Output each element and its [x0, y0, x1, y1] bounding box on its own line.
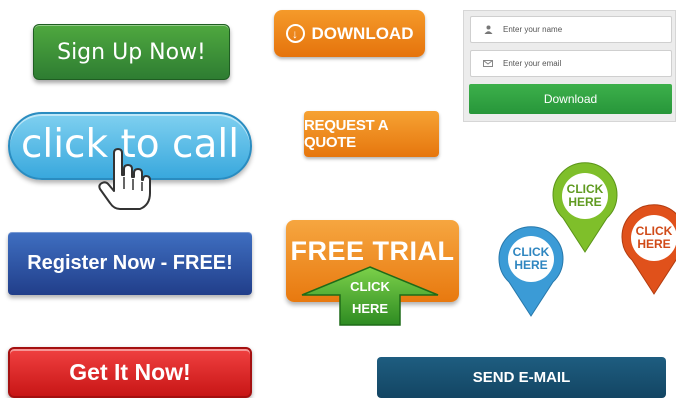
form-download-button[interactable]: Download [469, 84, 672, 114]
click-here-top-label: CLICK [350, 279, 390, 294]
click-here-bottom-label: HERE [351, 301, 389, 316]
download-button[interactable]: ↓ DOWNLOAD [274, 10, 425, 57]
download-form: Enter your name Enter your email Downloa… [463, 10, 676, 122]
send-email-button[interactable]: SEND E-MAIL [377, 357, 666, 398]
download-button-label: DOWNLOAD [311, 23, 414, 43]
green-pin-label-2: HERE [568, 195, 602, 209]
orange-pin-label-2: HERE [637, 237, 671, 251]
orange-click-here-pin[interactable]: CLICK HERE [619, 204, 676, 296]
green-pin-label-1: CLICK [566, 182, 604, 196]
click-here-arrow[interactable]: CLICK HERE [300, 265, 440, 329]
get-it-now-button[interactable]: Get It Now! [8, 347, 252, 398]
user-icon [483, 25, 493, 34]
blue-click-here-pin[interactable]: CLICK HERE [495, 224, 567, 318]
email-field-placeholder: Enter your email [503, 59, 562, 68]
blue-pin-label-1: CLICK [512, 245, 550, 259]
sign-up-button[interactable]: Sign Up Now! [33, 24, 230, 80]
blue-pin-label-2: HERE [514, 258, 548, 272]
name-field-placeholder: Enter your name [503, 25, 563, 34]
email-field[interactable]: Enter your email [470, 50, 672, 77]
download-icon: ↓ [285, 24, 305, 43]
envelope-icon [483, 59, 493, 68]
orange-pin-label-1: CLICK [635, 224, 673, 238]
hand-pointer-icon [96, 147, 152, 211]
register-button[interactable]: Register Now - FREE! [8, 232, 252, 295]
name-field[interactable]: Enter your name [470, 16, 672, 43]
request-quote-button[interactable]: REQUEST A QUOTE [304, 111, 439, 157]
